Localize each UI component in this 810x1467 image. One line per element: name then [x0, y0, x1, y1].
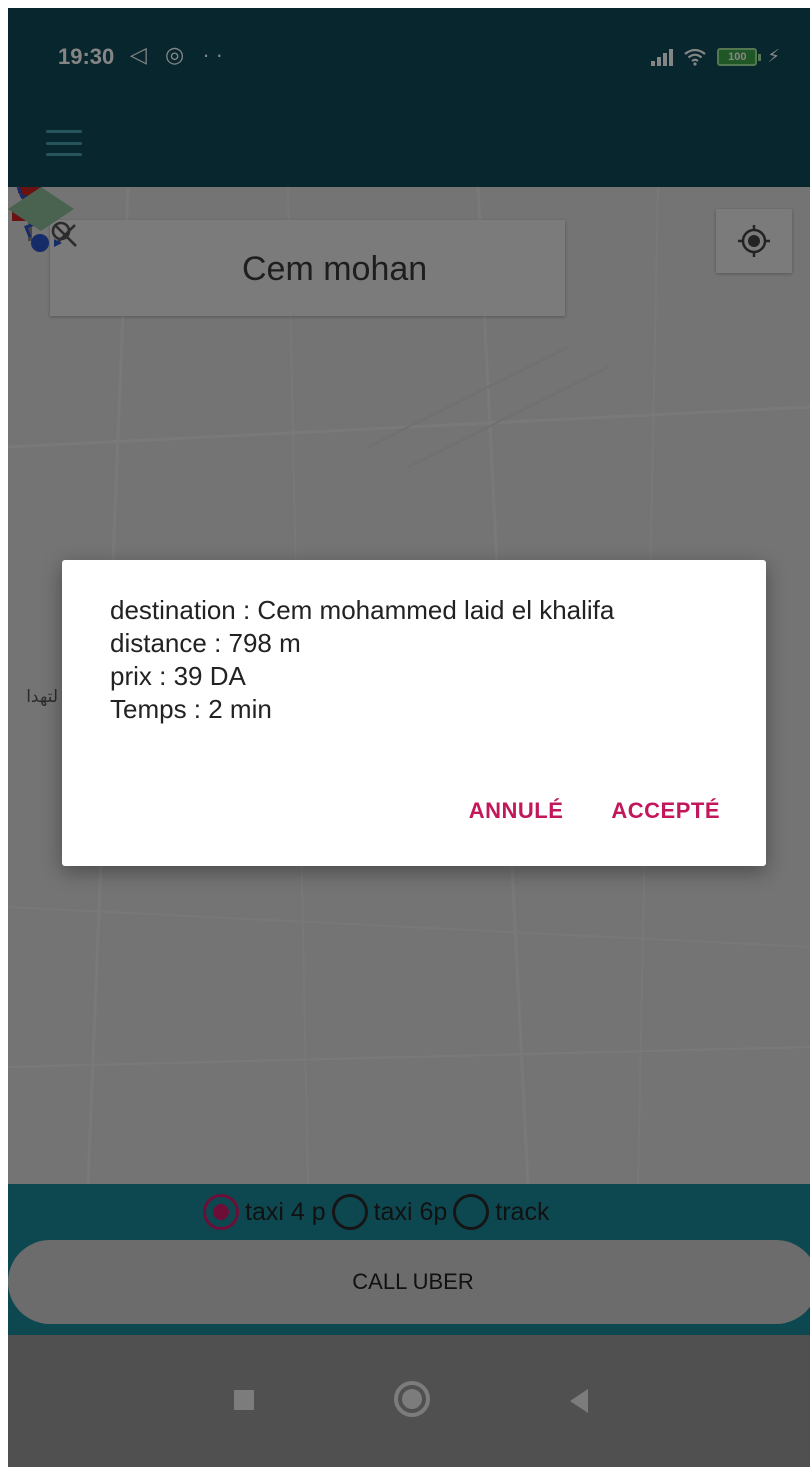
dialog-message: destination : Cem mohammed laid el khali…: [110, 594, 710, 726]
cancel-button[interactable]: ANNULÉ: [469, 798, 564, 824]
dialog-actions: ANNULÉ ACCEPTÉ: [469, 798, 720, 824]
price-text: prix : 39 DA: [110, 661, 246, 691]
time-text: Temps : 2 min: [110, 694, 272, 724]
destination-text: destination : Cem mohammed laid el khali…: [110, 595, 615, 625]
accept-button[interactable]: ACCEPTÉ: [611, 798, 720, 824]
app-screen: 19:30 ◁ ◎ ·· 100 ⚡ لتهدا Cem mohan taxi …: [8, 8, 810, 1467]
trip-confirm-dialog: destination : Cem mohammed laid el khali…: [62, 560, 766, 866]
distance-text: distance : 798 m: [110, 628, 301, 658]
